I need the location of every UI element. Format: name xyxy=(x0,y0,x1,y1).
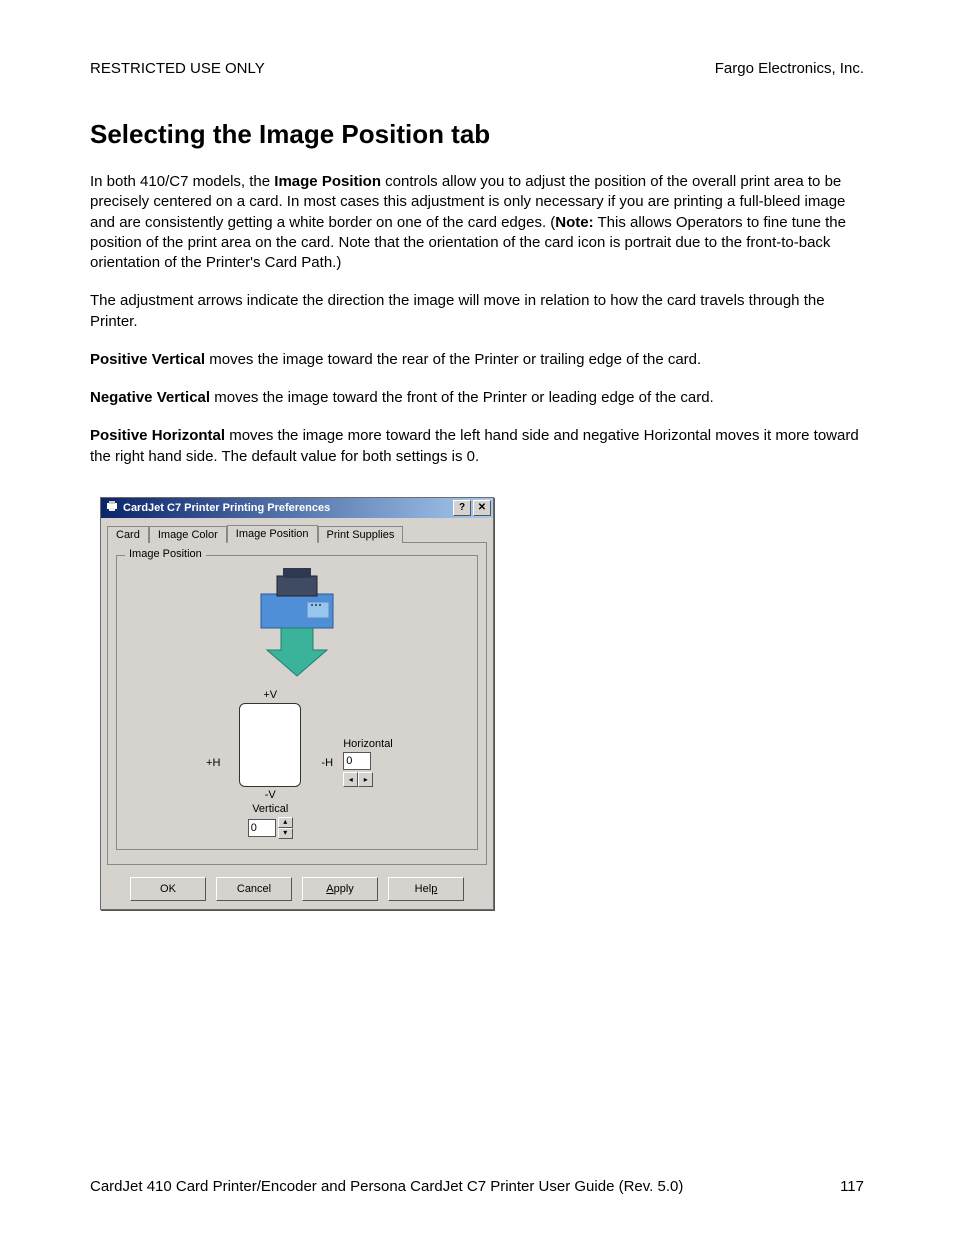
plus-h-label: +H xyxy=(201,757,225,769)
group-label: Image Position xyxy=(125,548,206,560)
bullet-1: Positive Vertical moves the image toward… xyxy=(90,350,864,370)
tab-print-supplies[interactable]: Print Supplies xyxy=(318,526,404,543)
position-controls: +H +V -V Vertical ▴ ▾ xyxy=(123,687,471,839)
tab-image-color[interactable]: Image Color xyxy=(149,526,227,543)
apply-button[interactable]: Apply xyxy=(302,877,378,901)
tab-image-position[interactable]: Image Position xyxy=(227,525,318,543)
bullet-3: Positive Horizontal moves the image more… xyxy=(90,426,864,467)
bullet-2: Negative Vertical moves the image toward… xyxy=(90,388,864,408)
horizontal-left-button[interactable]: ◂ xyxy=(343,772,358,787)
tab-body: Image Position +H +V xyxy=(107,542,487,865)
bold-text: Positive Horizontal xyxy=(90,427,225,444)
help-button-bottom[interactable]: Help xyxy=(388,877,464,901)
bold-text: Note: xyxy=(555,214,593,231)
minus-v-label: -V xyxy=(225,789,315,801)
cancel-button[interactable]: Cancel xyxy=(216,877,292,901)
text: moves the image toward the front of the … xyxy=(210,389,714,406)
paragraph-1: In both 410/C7 models, the Image Positio… xyxy=(90,172,864,273)
header-left: RESTRICTED USE ONLY xyxy=(90,60,265,77)
titlebar: CardJet C7 Printer Printing Preferences … xyxy=(101,498,493,518)
header-right: Fargo Electronics, Inc. xyxy=(715,60,864,77)
card-preview xyxy=(239,703,301,787)
image-position-group: Image Position +H +V xyxy=(116,555,478,850)
horizontal-label: Horizontal xyxy=(343,738,393,750)
dialog-title: CardJet C7 Printer Printing Preferences xyxy=(123,502,451,514)
help-button[interactable]: ? xyxy=(453,500,471,516)
printer-icon xyxy=(105,499,119,516)
text: In both 410/C7 models, the xyxy=(90,173,274,190)
minus-h-label: -H xyxy=(315,757,339,769)
text: moves the image toward the rear of the P… xyxy=(205,351,701,368)
close-button[interactable]: ✕ xyxy=(473,500,491,516)
bold-text: Image Position xyxy=(274,173,381,190)
horizontal-input[interactable] xyxy=(343,752,371,770)
footer-text: CardJet 410 Card Printer/Encoder and Per… xyxy=(90,1178,683,1195)
paragraph-2: The adjustment arrows indicate the direc… xyxy=(90,291,864,332)
horizontal-right-button[interactable]: ▸ xyxy=(358,772,373,787)
footer-page: 117 xyxy=(840,1178,864,1195)
vertical-label: Vertical xyxy=(225,803,315,815)
dialog-button-row: OK Cancel Apply Help xyxy=(101,871,493,909)
vertical-down-button[interactable]: ▾ xyxy=(278,828,293,839)
bold-text: Negative Vertical xyxy=(90,389,210,406)
ok-button[interactable]: OK xyxy=(130,877,206,901)
printer-illustration xyxy=(123,568,471,681)
bold-text: Positive Vertical xyxy=(90,351,205,368)
vertical-input[interactable] xyxy=(248,819,276,837)
tab-row: Card Image Color Image Position Print Su… xyxy=(101,518,493,542)
plus-v-label: +V xyxy=(225,689,315,701)
tab-card[interactable]: Card xyxy=(107,526,149,543)
vertical-up-button[interactable]: ▴ xyxy=(278,817,293,828)
page-title: Selecting the Image Position tab xyxy=(90,119,864,150)
dialog-window: CardJet C7 Printer Printing Preferences … xyxy=(100,497,494,910)
